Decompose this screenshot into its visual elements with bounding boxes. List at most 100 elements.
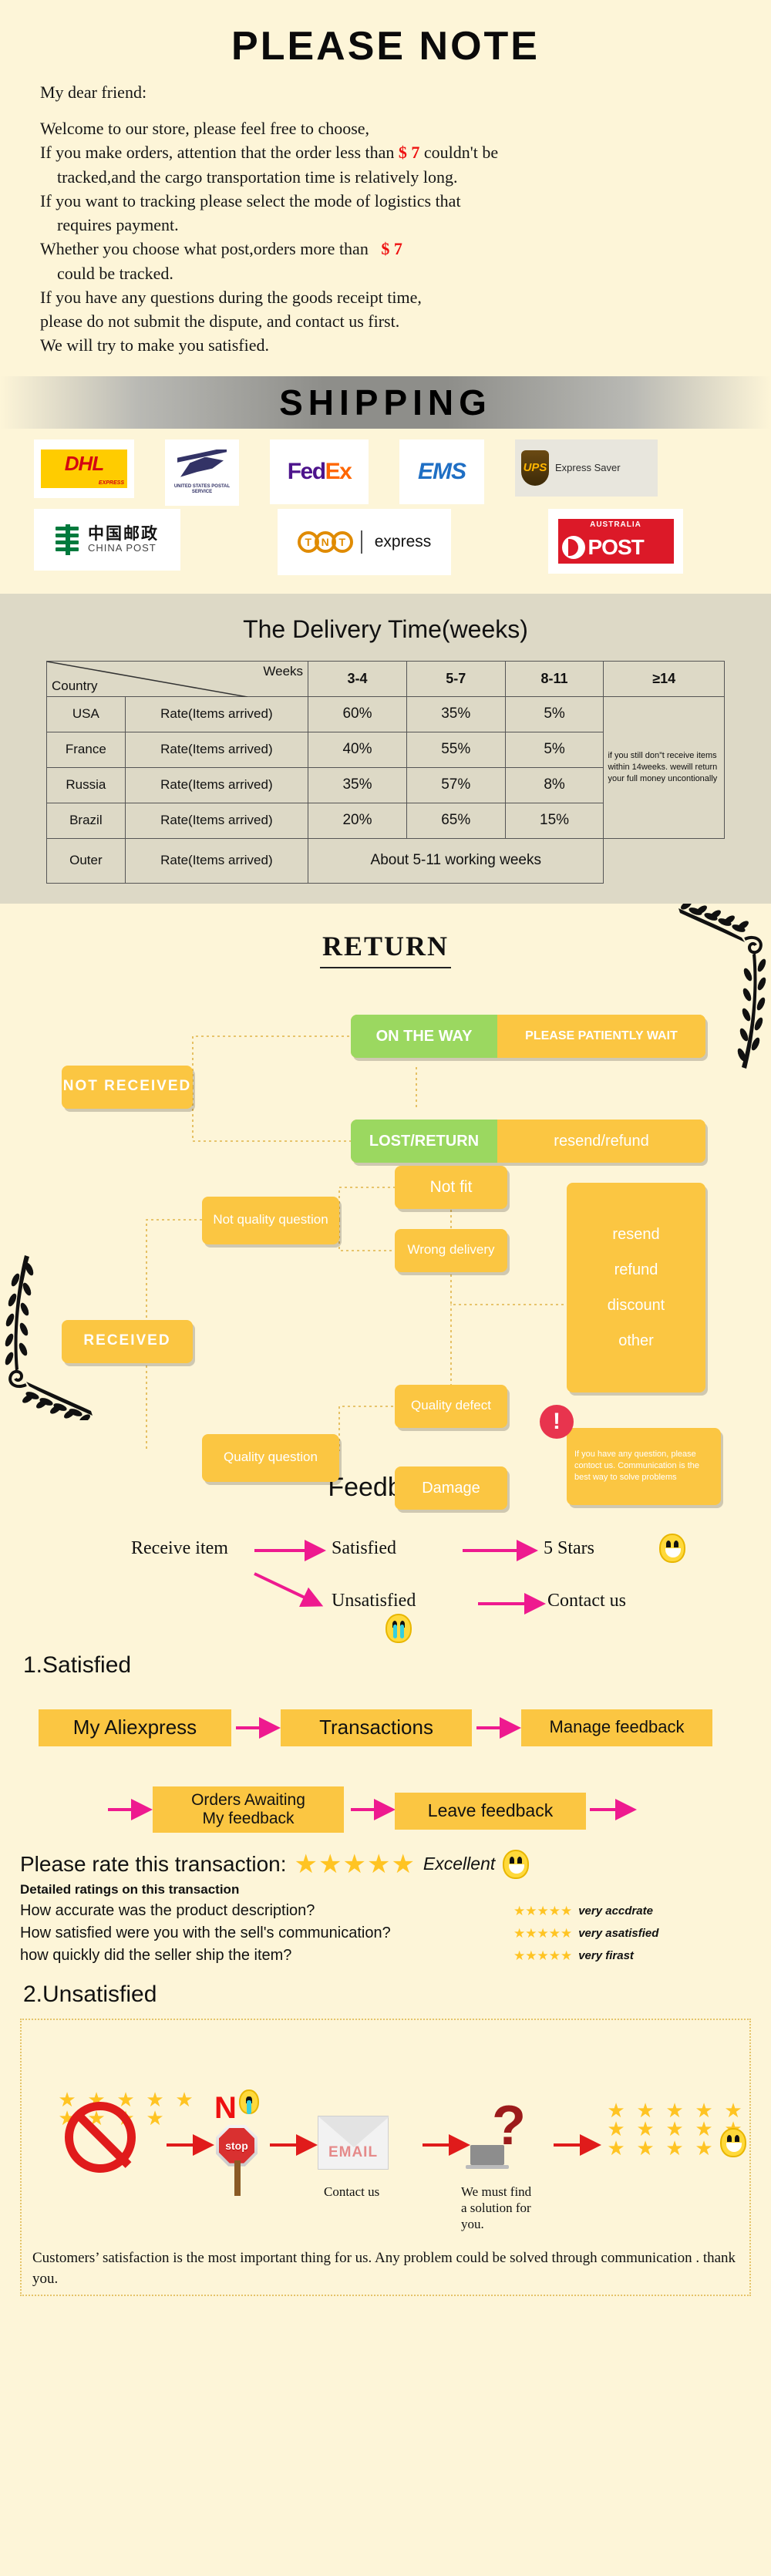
- corner-country-label: Country: [52, 678, 98, 693]
- rating-tag-1: very accdrate: [578, 1904, 653, 1918]
- step-leave-feedback[interactable]: Leave feedback: [395, 1792, 586, 1830]
- delivery-side-note: if you still don”t receive items within …: [603, 695, 725, 839]
- step-orders-awaiting[interactable]: Orders Awaiting My feedback: [153, 1786, 344, 1833]
- ups-logo-sub: Express Saver: [555, 462, 621, 474]
- usps-logo-label: UNITED STATES POSTAL SERVICE: [173, 483, 231, 495]
- note-greeting: My dear friend:: [40, 82, 147, 102]
- ups-logo: UPS Express Saver: [515, 439, 658, 497]
- cell-france-3-4: 40%: [308, 731, 407, 768]
- usps-logo: UNITED STATES POSTAL SERVICE: [165, 439, 239, 506]
- chip-not-quality-question-label: Not quality question: [213, 1212, 328, 1227]
- row-rate-france: Rate(Items arrived): [124, 731, 309, 768]
- unsatisfied-panel: ★ ★ ★ ★ ★ ★ ★ ★ ★ N stop EMAIL ? ★ ★ ★ ★…: [20, 2018, 751, 2296]
- chip-damage-label: Damage: [422, 1479, 480, 1497]
- price-highlight-1: $ 7: [398, 143, 420, 163]
- return-section: RETURN NOT RECEIVED ON THE WAY PLEASE PA…: [0, 903, 771, 1510]
- week-col-1: 3-4: [308, 660, 407, 697]
- chip-on-the-way[interactable]: ON THE WAY PLEASE PATIENTLY WAIT: [351, 1014, 705, 1058]
- corner-weeks-label: Weeks: [263, 663, 304, 679]
- chip-wrong-delivery[interactable]: Wrong delivery: [395, 1228, 507, 1272]
- step-transactions-label: Transactions: [319, 1716, 433, 1739]
- australia-post-logo-top: AUSTRALIA: [590, 520, 641, 530]
- chip-on-the-way-label: ON THE WAY: [375, 1027, 473, 1045]
- cell-brazil-8-11: 15%: [504, 802, 604, 839]
- chip-quality-question-label: Quality question: [224, 1450, 318, 1465]
- note-line-2-tail: couldn't be: [423, 143, 499, 163]
- cell-brazil-5-7: 65%: [406, 802, 506, 839]
- outcome-resend: resend: [612, 1225, 660, 1243]
- unsatisfied-flow: ★ ★ ★ ★ ★ ★ ★ ★ ★ N stop EMAIL ? ★ ★ ★ ★…: [29, 2031, 746, 2231]
- chip-outcomes[interactable]: resend refund discount other: [567, 1182, 705, 1392]
- table-header-row: Weeks Country 3-4 5-7 8-11 ≥14: [45, 660, 725, 697]
- overall-star-rating[interactable]: ★★★★★: [295, 1851, 416, 1877]
- satisfied-steps: My Aliexpress Transactions Manage feedba…: [0, 1692, 771, 1839]
- rating-tag-2: very asatisfied: [578, 1926, 659, 1940]
- note-line-3: tracked,and the cargo transportation tim…: [57, 167, 458, 187]
- fedex-logo: FedEx: [270, 439, 369, 504]
- chip-not-received-label: NOT RECEIVED: [62, 1078, 192, 1095]
- cell-brazil-3-4: 20%: [308, 802, 407, 839]
- week-col-3: 8-11: [504, 660, 604, 697]
- cell-usa-5-7: 35%: [406, 695, 506, 732]
- chip-not-received[interactable]: NOT RECEIVED: [62, 1065, 193, 1109]
- return-title: RETURN: [322, 930, 449, 961]
- dhl-logo-label: DHL: [64, 452, 104, 476]
- australia-post-logo: AUSTRALIA POST: [548, 508, 683, 574]
- chip-on-the-way-action: PLEASE PATIENTLY WAIT: [525, 1029, 678, 1042]
- chip-not-quality-question[interactable]: Not quality question: [202, 1196, 339, 1244]
- ratings-prompt-row: Please rate this transaction: ★★★★★ Exce…: [0, 1849, 771, 1879]
- outcome-other: other: [618, 1332, 654, 1349]
- fedex-logo-part1: Fed: [287, 458, 326, 484]
- rating-stars-2[interactable]: ★★★★★: [513, 1927, 572, 1940]
- note-line-6: Whether you choose what post,orders more…: [40, 237, 771, 261]
- note-line-4: If you want to tracking please select th…: [40, 190, 461, 210]
- chip-received-label: RECEIVED: [83, 1332, 171, 1349]
- cell-usa-8-11: 5%: [504, 695, 604, 732]
- chip-damage[interactable]: Damage: [395, 1466, 507, 1510]
- prohibition-icon: [65, 2101, 136, 2173]
- ems-logo: EMS: [399, 439, 484, 504]
- ups-logo-label: UPS: [523, 461, 547, 475]
- page-title: PLEASE NOTE: [231, 24, 540, 69]
- table-row: Outer Rate(Items arrived) About 5-11 wor…: [46, 837, 725, 884]
- chip-not-fit[interactable]: Not fit: [395, 1165, 507, 1209]
- return-flowchart: NOT RECEIVED ON THE WAY PLEASE PATIENTLY…: [0, 973, 771, 1510]
- row-country-france: France: [46, 731, 126, 768]
- rating-stars-3[interactable]: ★★★★★: [513, 1949, 572, 1962]
- chip-received[interactable]: RECEIVED: [62, 1319, 193, 1363]
- excellent-face-icon: [503, 1849, 530, 1879]
- shipping-title: SHIPPING: [279, 382, 492, 423]
- step-manage-feedback[interactable]: Manage feedback: [521, 1709, 712, 1746]
- row-rate-usa: Rate(Items arrived): [124, 695, 309, 732]
- chip-lost-return-label: LOST/RETURN: [369, 1132, 480, 1150]
- step-orders-awaiting-label: Orders Awaiting My feedback: [191, 1791, 305, 1827]
- cell-france-5-7: 55%: [406, 731, 506, 768]
- unsatisfied-footer: Customers’ satisfaction is the most impo…: [32, 2250, 736, 2287]
- chip-lost-return[interactable]: LOST/RETURN resend/refund: [351, 1119, 705, 1163]
- china-post-mark-icon: [56, 524, 82, 555]
- happy-face-icon: [659, 1533, 685, 1563]
- australia-post-logo-bottom: POST: [588, 534, 645, 559]
- feedback-unsatisfied: Unsatisfied: [332, 1590, 416, 1611]
- rating-tag-3: very firast: [578, 1948, 634, 1962]
- warning-note-text: If you have any question, please contoct…: [574, 1450, 700, 1482]
- please-note-section: PLEASE NOTE My dear friend: Welcome to o…: [0, 0, 771, 365]
- step-transactions[interactable]: Transactions: [281, 1709, 472, 1746]
- chip-quality-defect[interactable]: Quality defect: [395, 1384, 507, 1428]
- note-line-7: could be tracked.: [57, 263, 173, 283]
- carrier-logos: DHL EXPRESS UNITED STATES POSTAL SERVICE…: [0, 429, 771, 589]
- china-post-logo-cn: 中国邮政: [88, 524, 159, 543]
- chip-quality-question[interactable]: Quality question: [202, 1433, 339, 1482]
- rating-stars-1[interactable]: ★★★★★: [513, 1904, 572, 1918]
- china-post-logo-en: CHINA POST: [88, 541, 157, 554]
- satisfied-heading: 1.Satisfied: [23, 1652, 132, 1678]
- rating-question-3: how quickly did the seller ship the item…: [20, 1946, 292, 1964]
- row-country-usa: USA: [46, 695, 126, 732]
- tnt-divider: [360, 530, 362, 554]
- note-line-1: Welcome to our store, please feel free t…: [40, 119, 370, 139]
- australia-post-mark-icon: [561, 535, 585, 559]
- step-my-aliexpress[interactable]: My Aliexpress: [39, 1709, 231, 1746]
- tnt-rings-icon: T N T: [297, 530, 353, 553]
- rating-row: How satisfied were you with the sell's c…: [0, 1924, 771, 1942]
- fedex-logo-part2: Ex: [325, 458, 352, 484]
